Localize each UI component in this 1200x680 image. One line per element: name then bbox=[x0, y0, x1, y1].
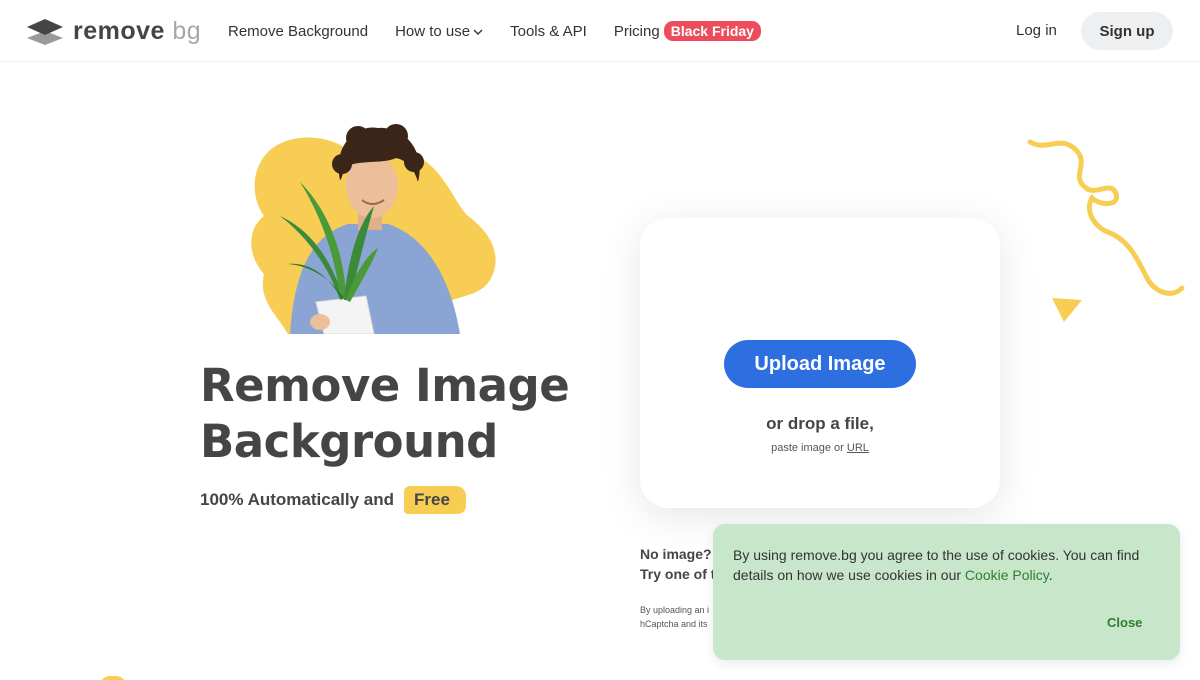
hero-title-line-2: Background bbox=[200, 415, 498, 468]
no-image-label: No image? bbox=[640, 546, 712, 562]
cookie-banner: By using remove.bg you agree to the use … bbox=[713, 524, 1180, 660]
cookie-policy-link[interactable]: Cookie Policy bbox=[965, 567, 1049, 583]
yellow-dot-decoration bbox=[100, 676, 126, 680]
drop-file-text: or drop a file, bbox=[766, 414, 874, 433]
legal-notice: By uploading an i hCaptcha and its bbox=[640, 603, 709, 631]
hero-title: Remove Image Background bbox=[200, 358, 620, 470]
logo-text: remove bg bbox=[73, 16, 202, 45]
paste-image-text: paste image or URL bbox=[771, 442, 869, 454]
nav-pricing[interactable]: Pricing Black Friday bbox=[614, 21, 761, 41]
nav-tools-api[interactable]: Tools & API bbox=[510, 23, 587, 40]
nav-remove-background[interactable]: Remove Background bbox=[228, 23, 368, 40]
cookie-message: By using remove.bg you agree to the use … bbox=[733, 547, 1140, 583]
login-link[interactable]: Log in bbox=[1016, 22, 1057, 39]
legal-line-2: hCaptcha and its bbox=[640, 619, 708, 629]
sample-images-prompt: No image? Try one of t bbox=[640, 544, 715, 584]
main-nav: Remove Background How to use Tools & API… bbox=[228, 0, 788, 62]
remove-bg-logo[interactable]: remove bg bbox=[26, 17, 201, 45]
triangle-decoration bbox=[1052, 298, 1082, 322]
legal-line-1: By uploading an i bbox=[640, 605, 710, 615]
black-friday-badge: Black Friday bbox=[663, 21, 761, 41]
url-link[interactable]: URL bbox=[847, 442, 869, 454]
try-sample-label: Try one of t bbox=[640, 566, 716, 582]
chevron-down-icon bbox=[473, 23, 483, 40]
cookie-close-button[interactable]: Close bbox=[1107, 615, 1142, 630]
hero-subtitle-text: 100% Automatically and bbox=[200, 490, 394, 509]
squiggle-decoration bbox=[1027, 139, 1185, 296]
top-navigation-bar: remove bg Remove Background How to use T… bbox=[0, 0, 1200, 62]
hero-subtitle: 100% Automatically and Free bbox=[200, 486, 466, 514]
upload-image-button[interactable]: Upload Image bbox=[724, 340, 916, 388]
hero-illustration bbox=[228, 124, 508, 335]
hero-title-line-1: Remove Image bbox=[200, 359, 570, 412]
nav-how-to-use[interactable]: How to use bbox=[395, 23, 483, 40]
free-highlight: Free bbox=[402, 486, 466, 514]
logo-layers-icon bbox=[27, 19, 63, 45]
upload-card[interactable]: Upload Image or drop a file, paste image… bbox=[640, 218, 1000, 508]
signup-button[interactable]: Sign up bbox=[1081, 12, 1173, 50]
